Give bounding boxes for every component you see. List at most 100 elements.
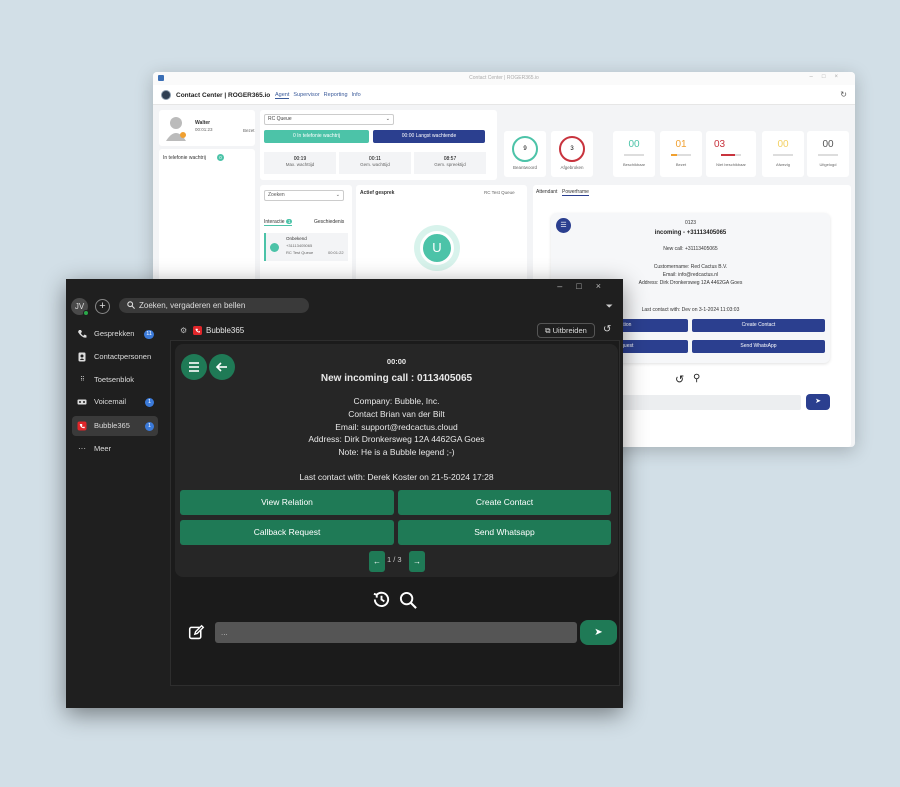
bubble-app-icon [193, 326, 202, 335]
stat-label: Max. wachttijd [285, 162, 315, 167]
kpi-value: 00 [628, 139, 640, 150]
sidebar-badge: 1 [145, 398, 154, 407]
pf-new-call: New call: +31113405065 [663, 246, 718, 252]
create-contact-button[interactable]: Create Contact [398, 490, 611, 515]
title-bar: Contact Center | ROGER365.io –□× [153, 72, 855, 85]
tab-interactie[interactable]: Interactie 1 [264, 219, 293, 226]
tab-reporting[interactable]: Reporting [324, 92, 348, 99]
kpi-label: Afwezig [775, 162, 790, 167]
sidebar-item-bubble365[interactable]: Bubble365 1 [72, 416, 158, 436]
address-line: Address: Dirk Dronkersweg 12A 4462GA Goe… [308, 434, 485, 444]
pf-timer: 0123 [684, 220, 697, 226]
edit-icon[interactable] [188, 624, 205, 641]
in-telefonie-label: In telefonie wachtrij [163, 155, 206, 161]
teams-window: –□× JV + Zoeken, vergaderen en bellen ⏷ … [66, 279, 623, 708]
answered-label: Beantwoord [512, 165, 538, 170]
sidebar-label: Contactpersonen [94, 352, 152, 361]
email-line: Email: support@redcactus.cloud [335, 422, 458, 432]
call-name: Onbekend [286, 236, 307, 241]
view-relation-button[interactable]: View Relation [180, 490, 394, 515]
pf-message-input[interactable] [601, 395, 801, 410]
longest-waiting-button[interactable]: 00:00 Langst wachtende [373, 130, 485, 143]
kpi-value: 01 [675, 139, 687, 150]
abandoned-stat: 3 Afgebroken [551, 131, 593, 177]
presence-dot [83, 310, 89, 316]
search-icon [127, 301, 135, 309]
kpi-label: Bezet [675, 162, 687, 167]
contact-line: Contact Brian van der Bilt [348, 409, 445, 419]
kpi-label: Beschikbaar [622, 162, 645, 167]
pager-text: 1 / 3 [387, 555, 402, 564]
stat-avg-talk: 08:57 Gem. spreektijd [414, 152, 486, 174]
call-list-item[interactable]: Onbekend +31113405065 RC Test Queue 00:0… [264, 233, 348, 261]
pf-send-whatsapp-button[interactable]: Send WhatsApp [692, 340, 825, 353]
sidebar-item-meer[interactable]: ··· Meer [72, 439, 158, 459]
kpi-value: 00 [822, 139, 834, 150]
call-timer: 00:00 [386, 357, 407, 366]
tab-powerframe[interactable]: Powerframe [562, 189, 589, 196]
sidebar-item-voicemail[interactable]: Voicemail 1 [72, 392, 158, 412]
search-select[interactable]: Zoeken ⌄ [264, 190, 344, 201]
brand-title: Contact Center | ROGER365.io [176, 92, 271, 99]
app-title: Bubble365 [206, 326, 245, 335]
agent-card: Walter 00:01:23 Bezet [159, 110, 255, 146]
chevron-down-icon: ⌄ [385, 116, 390, 122]
search-icon[interactable] [399, 591, 418, 610]
active-call-queue: RC Test Queue [484, 190, 515, 195]
search-icon[interactable]: ⚲ [693, 373, 700, 384]
kpi-value: 03 [714, 139, 726, 150]
history-icon[interactable]: ↺ [603, 324, 611, 335]
queue-select[interactable]: RC Queue ⌄ [264, 114, 394, 125]
agent-time: 00:01:23 [195, 127, 213, 132]
agent-name: Walter [195, 120, 211, 126]
incoming-call-card: 00:00 New incoming call : 0113405065 Com… [175, 344, 618, 577]
answered-stat: 9 Beantwoord [504, 131, 546, 177]
top-nav: Contact Center | ROGER365.io Agent Super… [153, 85, 855, 105]
pf-send-button[interactable]: ➤ [806, 394, 830, 410]
tab-info[interactable]: Info [352, 92, 361, 99]
queue-select-value: RC Queue [268, 116, 292, 122]
sidebar-label: Toetsenblok [94, 375, 135, 384]
refresh-icon[interactable]: ↻ [840, 90, 847, 99]
sidebar-item-contactpersonen[interactable]: Contactpersonen [72, 347, 158, 367]
tab-supervisor[interactable]: Supervisor [293, 92, 319, 99]
expand-button[interactable]: ⧉ Uitbreiden [537, 323, 595, 338]
kpi-label: Niet beschikbaar [716, 162, 746, 167]
next-page-button[interactable]: → [409, 551, 425, 572]
pf-line: Customername: Red Cactus B.V. [653, 264, 728, 270]
call-number: +31113405065 [286, 243, 313, 248]
kpi-bar [721, 154, 741, 156]
callback-request-button[interactable]: Callback Request [180, 520, 394, 545]
abandoned-value: 3 [559, 136, 585, 162]
tab-agent[interactable]: Agent [275, 92, 290, 99]
kpi-bar [671, 154, 691, 156]
sidebar-item-toetsenblok[interactable]: ⠿ Toetsenblok [72, 370, 158, 390]
last-contact-line: Last contact with: Derek Koster on 21-5-… [299, 472, 494, 482]
window-title: Contact Center | ROGER365.io [469, 75, 539, 81]
tab-attendant[interactable]: Attendant [536, 189, 557, 195]
prev-page-button[interactable]: ← [369, 551, 385, 572]
send-button[interactable]: ➤ [580, 620, 617, 645]
settings-menu-icon[interactable]: ⏷ [606, 301, 613, 312]
waiting-queue-button[interactable]: 0 In telefonie wachtrij [264, 130, 369, 143]
pf-create-contact-button[interactable]: Create Contact [692, 319, 825, 332]
voicemail-icon [77, 399, 87, 405]
history-icon[interactable]: ↺ [675, 373, 684, 386]
more-icon: ··· [78, 444, 86, 453]
window-controls[interactable]: –□× [557, 281, 615, 291]
phone-icon [270, 243, 279, 252]
pf-line: Email: info@redcactus.nl [662, 272, 719, 278]
tab-geschiedenis[interactable]: Geschiedenis [314, 219, 344, 225]
history-icon[interactable] [372, 590, 391, 609]
message-input[interactable]: ... [215, 622, 577, 643]
roger-logo-icon [161, 90, 171, 100]
agent-status: Bezet [243, 128, 255, 133]
chevron-down-icon: ⌄ [335, 192, 340, 198]
sidebar-item-gesprekken[interactable]: Gesprekken 11 [72, 324, 158, 344]
window-controls[interactable]: –□× [810, 74, 847, 80]
add-button[interactable]: + [95, 299, 110, 314]
send-whatsapp-button[interactable]: Send Whatsapp [398, 520, 611, 545]
call-duration: 00:01:22 [328, 250, 344, 255]
search-input[interactable]: Zoeken, vergaderen en bellen [119, 298, 309, 313]
settings-icon[interactable]: ⚙ [180, 326, 187, 335]
